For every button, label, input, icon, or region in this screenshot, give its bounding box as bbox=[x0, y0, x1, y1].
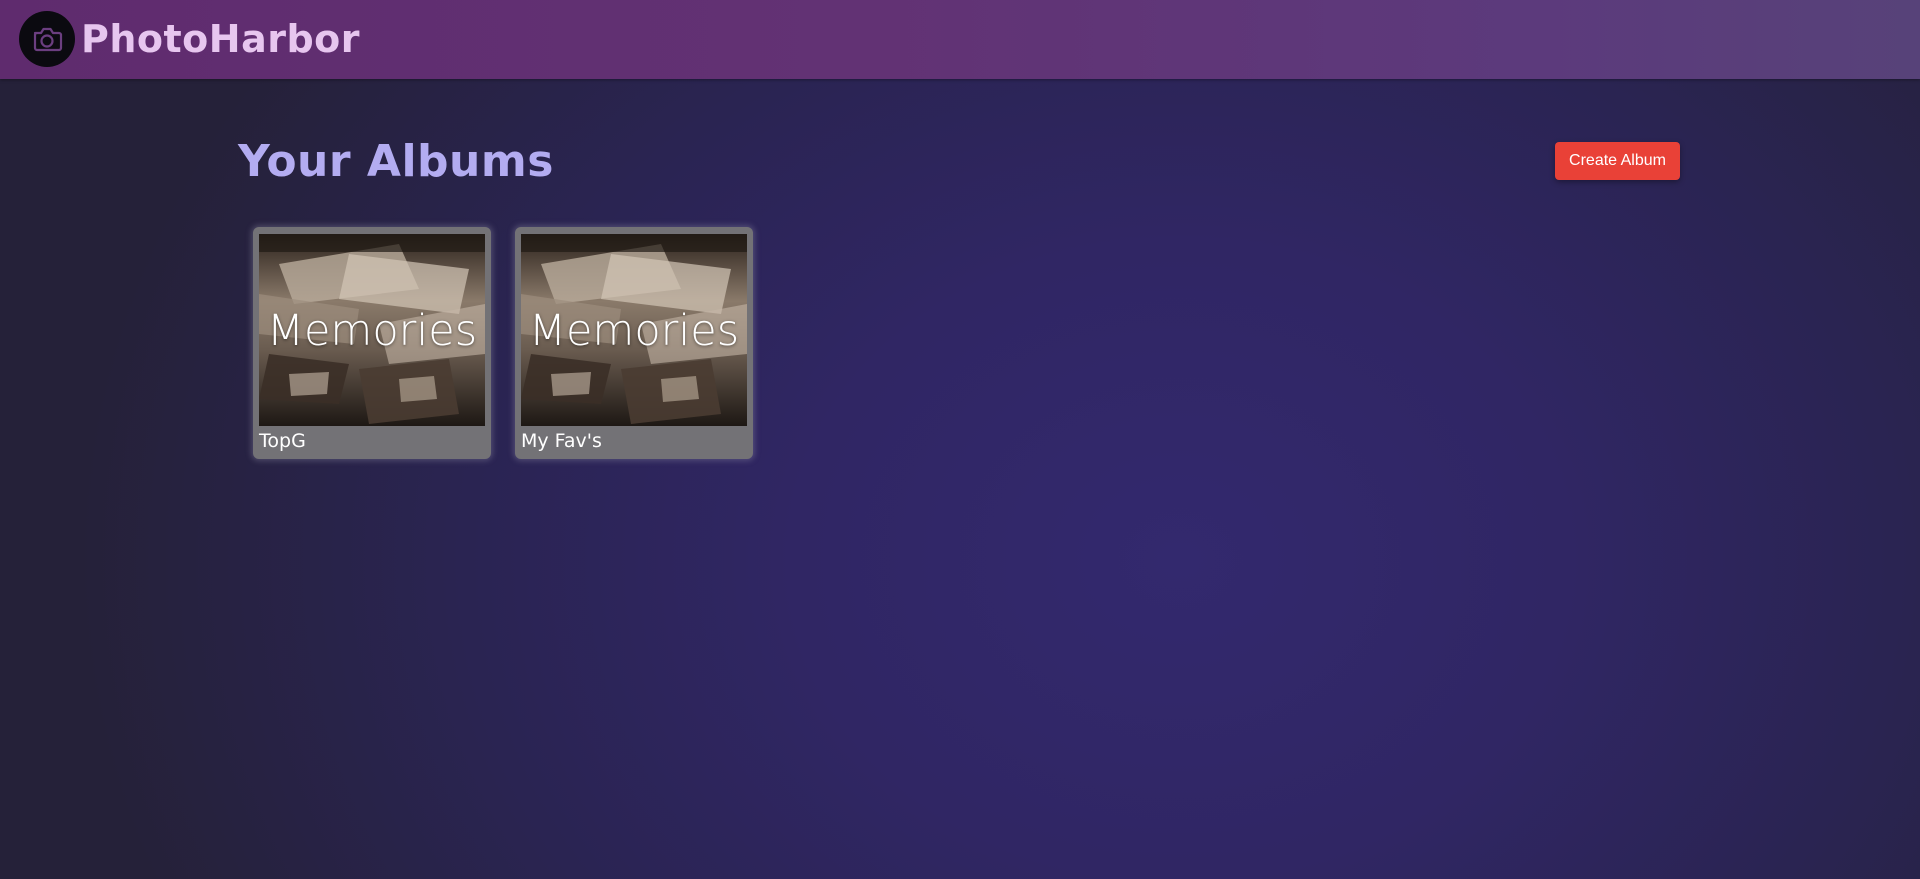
create-album-button[interactable]: Create Album bbox=[1555, 142, 1680, 180]
album-cover-label: Memories bbox=[266, 306, 478, 356]
album-cover-label: Memories bbox=[528, 306, 740, 356]
album-name[interactable]: My Fav's bbox=[521, 429, 602, 453]
album-cover-image: Memories bbox=[259, 234, 485, 426]
album-card[interactable]: Memories TopG bbox=[253, 227, 491, 459]
page-title: Your Albums bbox=[238, 136, 554, 187]
album-card[interactable]: Memories My Fav's bbox=[515, 227, 753, 459]
album-cover-image: Memories bbox=[521, 234, 747, 426]
camera-icon[interactable] bbox=[19, 11, 75, 67]
brand-name[interactable]: PhotoHarbor bbox=[81, 16, 360, 62]
album-name[interactable]: TopG bbox=[259, 429, 306, 453]
top-navbar: PhotoHarbor bbox=[0, 0, 1920, 79]
